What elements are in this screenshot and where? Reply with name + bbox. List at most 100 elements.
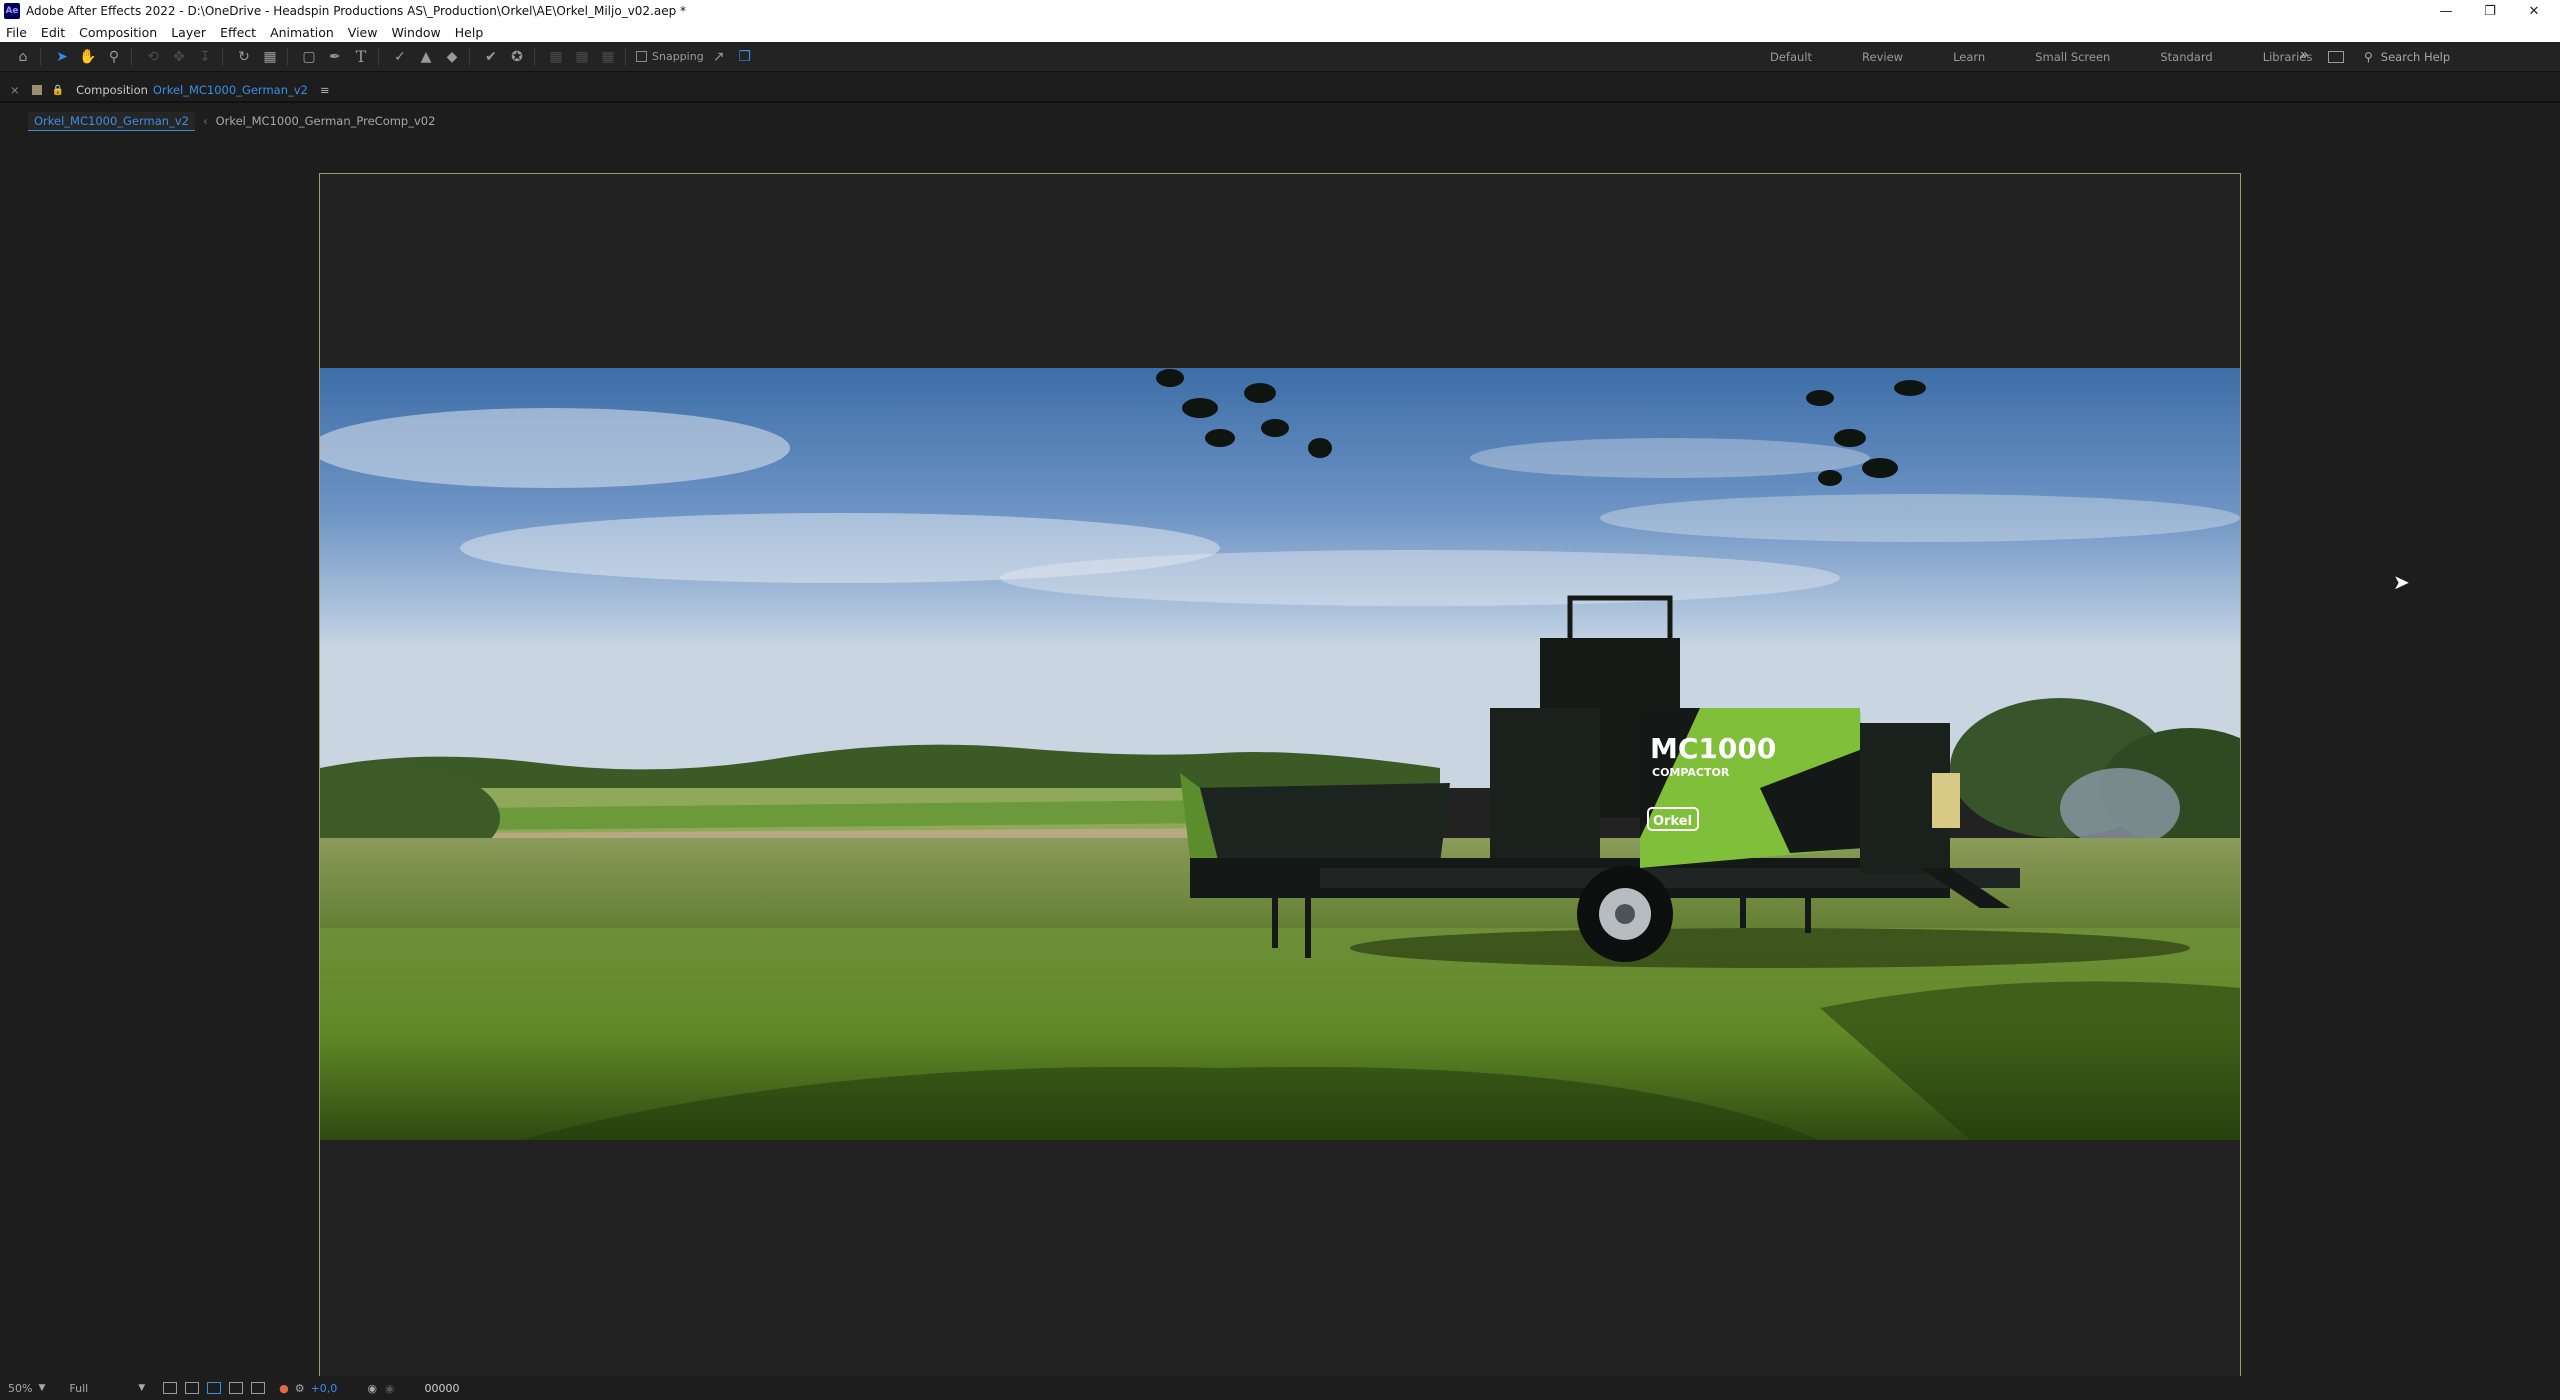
footage-frame[interactable]: MC1000 COMPACTOR Orkel xyxy=(320,368,2240,1140)
mouse-cursor-icon: ➤ xyxy=(2393,570,2410,594)
hand-tool-icon[interactable]: ✋ xyxy=(77,46,99,68)
divider xyxy=(469,47,470,66)
divider xyxy=(625,47,626,66)
magnification-dropdown[interactable]: 50% ▼ xyxy=(8,1382,45,1395)
snap-edges-icon[interactable]: ↗ xyxy=(708,46,730,68)
minimize-icon[interactable]: — xyxy=(2424,0,2468,22)
machine-sublabel: COMPACTOR xyxy=(1652,766,1730,779)
pen-tool-icon[interactable]: ✒ xyxy=(324,46,346,68)
workspace-small-screen[interactable]: Small Screen xyxy=(2035,50,2110,64)
workspace-default[interactable]: Default xyxy=(1770,50,1812,64)
composition-breadcrumb: Orkel_MC1000_German_v2 ‹ Orkel_MC1000_Ge… xyxy=(0,110,435,132)
close-panel-icon[interactable]: × xyxy=(10,83,20,97)
more-workspaces-icon[interactable]: » xyxy=(2300,47,2309,63)
divider xyxy=(534,47,535,66)
current-time[interactable]: 00000 xyxy=(425,1382,460,1395)
divider xyxy=(40,47,41,66)
rectangle-tool-icon[interactable]: ▢ xyxy=(298,46,320,68)
tab-orkel-mc1000-german-v2[interactable]: Orkel_MC1000_German_v2 xyxy=(28,111,195,131)
cloud xyxy=(1600,494,2240,542)
fast-previews-icon[interactable] xyxy=(163,1382,178,1394)
cloud xyxy=(1470,438,1870,478)
lock-icon[interactable]: 🔒 xyxy=(52,85,64,96)
divider xyxy=(378,47,379,66)
snapping-toggle[interactable]: Snapping xyxy=(636,50,704,63)
menu-layer[interactable]: Layer xyxy=(171,25,206,40)
menu-file[interactable]: File xyxy=(6,25,27,40)
transparency-grid-icon[interactable] xyxy=(185,1382,200,1394)
exposure-value[interactable]: +0,0 xyxy=(311,1382,338,1395)
menu-view[interactable]: View xyxy=(348,25,378,40)
divider xyxy=(287,47,288,66)
after-effects-app-icon: Ae xyxy=(4,3,20,19)
dolly-camera-icon[interactable]: ↧ xyxy=(194,46,216,68)
grid-guides-icon[interactable] xyxy=(251,1382,266,1394)
local-axis-icon[interactable]: ▦ xyxy=(545,46,567,68)
resolution-dropdown[interactable]: Full ▼ xyxy=(69,1382,145,1395)
edit-workspaces-icon[interactable] xyxy=(2328,51,2344,63)
workspace-standard[interactable]: Standard xyxy=(2160,50,2212,64)
orbit-camera-icon[interactable]: ⟲ xyxy=(142,46,164,68)
workspace-learn[interactable]: Learn xyxy=(1953,50,1985,64)
divider xyxy=(222,47,223,66)
tab-orkel-mc1000-german-precomp[interactable]: Orkel_MC1000_German_PreComp_v02 xyxy=(216,114,436,128)
chevron-down-icon: ▼ xyxy=(138,1383,146,1393)
color-channels-icon[interactable]: ● xyxy=(279,1382,289,1395)
menu-help[interactable]: Help xyxy=(455,25,484,40)
menu-animation[interactable]: Animation xyxy=(270,25,334,40)
panel-label: Composition xyxy=(76,83,148,97)
title-bar: Ae Adobe After Effects 2022 - D:\OneDriv… xyxy=(0,0,2560,22)
workspace-review[interactable]: Review xyxy=(1862,50,1903,64)
pan-camera-icon[interactable]: ✥ xyxy=(168,46,190,68)
viewer-status-bar: 50% ▼ Full ▼ ● ⚙ +0,0 ◉ ◉ 00000 xyxy=(0,1376,2560,1400)
composition-panel-header: × 🔒 Composition Orkel_MC1000_German_v2 ≡ xyxy=(0,79,2560,101)
magnification-value: 50% xyxy=(8,1381,33,1395)
mask-visibility-icon[interactable] xyxy=(207,1382,222,1394)
restore-icon[interactable]: ❐ xyxy=(2468,0,2512,22)
home-icon[interactable]: ⌂ xyxy=(12,46,34,68)
anchor-point-tool-icon[interactable]: ▦ xyxy=(259,46,281,68)
menu-composition[interactable]: Composition xyxy=(79,25,157,40)
panel-menu-icon[interactable]: ≡ xyxy=(320,83,330,97)
chevron-left-icon: ‹ xyxy=(202,114,208,128)
close-icon[interactable]: ✕ xyxy=(2512,0,2556,22)
show-snapshot-icon[interactable]: ◉ xyxy=(385,1382,395,1395)
panel-lock-icon[interactable] xyxy=(31,85,42,95)
rotation-tool-icon[interactable]: ↻ xyxy=(233,46,255,68)
tools-panel: ⌂ ➤ ✋ ⚲ ⟲ ✥ ↧ ↻ ▦ ▢ ✒ T ✓ ▲ ◆ ✔ ✪ ▦ ▦ ▦ … xyxy=(0,42,2560,72)
search-help[interactable]: ⚲ Search Help xyxy=(2364,47,2554,67)
snapping-label: Snapping xyxy=(652,50,704,63)
brand-logo: Orkel xyxy=(1653,814,1692,829)
menu-effect[interactable]: Effect xyxy=(220,25,256,40)
footage-image: MC1000 COMPACTOR Orkel xyxy=(320,368,2240,1140)
bush xyxy=(2060,768,2180,848)
divider xyxy=(131,47,132,66)
roto-brush-tool-icon[interactable]: ✔ xyxy=(480,46,502,68)
search-icon: ⚲ xyxy=(2364,50,2373,64)
chevron-down-icon: ▼ xyxy=(38,1383,46,1393)
zoom-tool-icon[interactable]: ⚲ xyxy=(103,46,125,68)
machine-shadow xyxy=(1350,928,2190,968)
brush-tool-icon[interactable]: ✓ xyxy=(389,46,411,68)
menu-bar: File Edit Composition Layer Effect Anima… xyxy=(0,22,2560,42)
workspace-bar: Default Review Learn Small Screen Standa… xyxy=(1770,42,2362,72)
view-axis-icon[interactable]: ▦ xyxy=(597,46,619,68)
world-axis-icon[interactable]: ▦ xyxy=(571,46,593,68)
snapping-checkbox[interactable] xyxy=(636,51,647,62)
menu-edit[interactable]: Edit xyxy=(41,25,65,40)
cloud xyxy=(1000,550,1840,606)
region-of-interest-icon[interactable] xyxy=(229,1382,244,1394)
eraser-tool-icon[interactable]: ◆ xyxy=(441,46,463,68)
color-management-icon[interactable]: ⚙ xyxy=(295,1382,305,1395)
puppet-pin-tool-icon[interactable]: ✪ xyxy=(506,46,528,68)
clone-stamp-tool-icon[interactable]: ▲ xyxy=(415,46,437,68)
menu-window[interactable]: Window xyxy=(391,25,440,40)
panel-divider xyxy=(0,101,2560,103)
composition-name[interactable]: Orkel_MC1000_German_v2 xyxy=(153,83,308,97)
cloud xyxy=(320,408,790,488)
snap-features-icon[interactable]: ❒ xyxy=(734,46,756,68)
selection-tool-icon[interactable]: ➤ xyxy=(51,46,73,68)
type-tool-icon[interactable]: T xyxy=(350,46,372,68)
snapshot-icon[interactable]: ◉ xyxy=(367,1382,377,1395)
window-title: Adobe After Effects 2022 - D:\OneDrive -… xyxy=(26,4,687,18)
